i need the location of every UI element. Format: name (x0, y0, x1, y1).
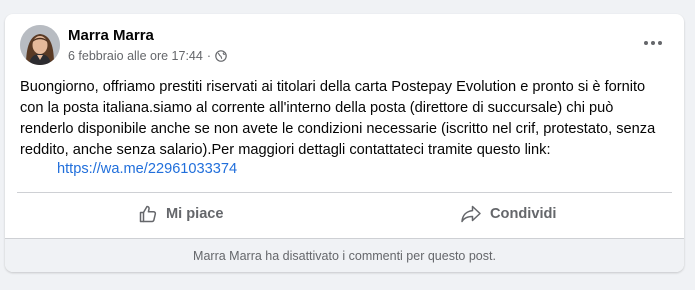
more-options-button[interactable] (635, 30, 671, 56)
author-avatar[interactable] (20, 25, 60, 65)
like-label: Mi piace (165, 206, 224, 222)
post-body: Buongiorno, offriamo prestiti riservati … (20, 79, 656, 158)
actions-divider (17, 192, 672, 193)
post-timestamp[interactable]: 6 febbraio alle ore 17:44 (68, 49, 203, 63)
comments-disabled-notice: Marra Marra ha disattivato i commenti pe… (5, 238, 684, 272)
post-actions: Mi piace Condividi (17, 197, 672, 231)
post-header: Marra Marra 6 febbraio alle ore 17:44 · (5, 14, 684, 74)
more-horizontal-icon (644, 41, 648, 45)
avatar-image (20, 25, 60, 65)
share-label: Condividi (490, 206, 557, 222)
share-arrow-icon (461, 205, 481, 223)
post-card: Marra Marra 6 febbraio alle ore 17:44 · … (5, 14, 684, 272)
post-link[interactable]: https://wa.me/22961033374 (57, 161, 237, 177)
like-button[interactable]: Mi piace (17, 197, 345, 231)
meta-separator: · (206, 49, 211, 63)
more-dot (651, 41, 655, 45)
globe-icon[interactable] (215, 50, 227, 62)
thumbs-up-icon (139, 205, 157, 223)
share-button[interactable]: Condividi (345, 197, 673, 231)
more-dot (658, 41, 662, 45)
comments-disabled-text: Marra Marra ha disattivato i commenti pe… (193, 248, 496, 263)
author-name[interactable]: Marra Marra (68, 27, 154, 44)
post-meta: 6 febbraio alle ore 17:44 · (68, 49, 227, 63)
